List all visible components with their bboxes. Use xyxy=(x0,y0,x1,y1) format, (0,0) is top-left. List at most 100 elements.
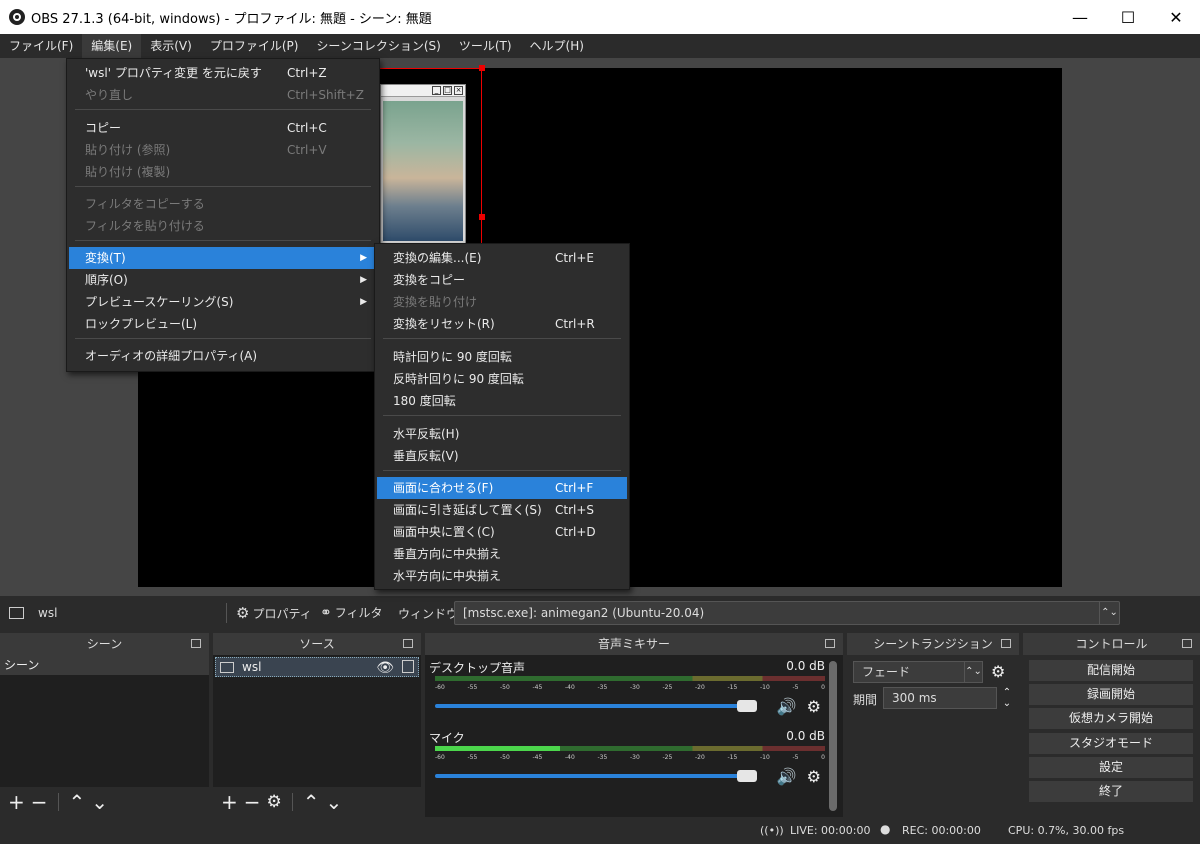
filter-icon: ⚭ xyxy=(320,604,332,621)
menu-item-undo[interactable]: 'wsl' プロパティ変更 を元に戻す Ctrl+Z xyxy=(69,62,377,84)
source-item[interactable]: wsl 👁 xyxy=(215,657,419,677)
menu-item-copy-filters[interactable]: フィルタをコピーする xyxy=(69,193,377,215)
float-icon[interactable] xyxy=(1001,639,1011,648)
window-capture-icon xyxy=(220,661,234,673)
menu-bar: ファイル(F) 編集(E) 表示(V) プロファイル(P) シーンコレクション(… xyxy=(0,34,1200,58)
menu-item-copy[interactable]: コピー Ctrl+C xyxy=(69,117,377,139)
add-icon[interactable]: + xyxy=(221,790,238,814)
volume-meter xyxy=(435,746,825,751)
window-capture-icon xyxy=(9,607,24,619)
obs-logo-icon xyxy=(9,9,25,25)
menu-view[interactable]: 表示(V) xyxy=(141,34,201,58)
resize-handle[interactable] xyxy=(479,214,485,220)
maximize-button[interactable]: ☐ xyxy=(1104,0,1152,34)
gear-icon[interactable]: ⚙ xyxy=(807,697,821,716)
menu-item-edit-transform[interactable]: 変換の編集...(E) Ctrl+E xyxy=(377,247,627,269)
menu-item-paste-transform[interactable]: 変換を貼り付け xyxy=(377,291,627,313)
move-up-icon[interactable]: ⌃ xyxy=(69,790,86,814)
speaker-icon[interactable]: 🔊 xyxy=(777,767,797,786)
menu-edit[interactable]: 編集(E) xyxy=(82,34,142,58)
float-icon[interactable] xyxy=(403,639,413,648)
menu-item-redo[interactable]: やり直し Ctrl+Shift+Z xyxy=(69,84,377,106)
sources-dock: ソース wsl 👁 + − ⚙ ⌃ ⌄ xyxy=(213,633,421,817)
transform-submenu: 変換の編集...(E) Ctrl+E 変換をコピー 変換を貼り付け 変換をリセット… xyxy=(374,243,630,590)
menu-item-center-horizontal[interactable]: 水平方向に中央揃え xyxy=(377,565,627,587)
properties-button[interactable]: ⚙ プロパティ xyxy=(236,604,312,622)
menu-item-paste-dup[interactable]: 貼り付け (複製) xyxy=(69,161,377,183)
duration-input[interactable]: 300 ms xyxy=(883,687,997,709)
move-down-icon[interactable]: ⌄ xyxy=(91,790,108,814)
start-recording-button[interactable]: 録画開始 xyxy=(1029,684,1193,705)
transition-select[interactable]: フェード ⌃⌄ xyxy=(853,661,983,683)
mixer-channel-mic: マイク 0.0 dB -60 -55 -50 -45 -40 -35 -30 -25 -20 -1… xyxy=(429,729,825,786)
volume-slider[interactable] xyxy=(435,700,757,712)
menu-tools[interactable]: ツール(T) xyxy=(450,34,521,58)
start-streaming-button[interactable]: 配信開始 xyxy=(1029,660,1193,681)
eye-icon[interactable]: 👁 xyxy=(376,660,394,676)
remove-icon[interactable]: − xyxy=(31,790,48,814)
move-down-icon[interactable]: ⌄ xyxy=(326,790,343,814)
menu-item-rotate-cw[interactable]: 時計回りに 90 度回転 xyxy=(377,346,627,368)
gear-icon[interactable]: ⚙ xyxy=(991,662,1005,681)
menu-item-center-to-screen[interactable]: 画面中央に置く(C) Ctrl+D xyxy=(377,521,627,543)
scene-transitions-dock: シーントランジション フェード ⌃⌄ ⚙ 期間 300 ms ⌃ ⌄ xyxy=(847,633,1019,817)
chevron-down-icon[interactable]: ⌄ xyxy=(1003,698,1011,709)
add-icon[interactable]: + xyxy=(8,790,25,814)
settings-button[interactable]: 設定 xyxy=(1029,757,1193,778)
menu-item-reset-transform[interactable]: 変換をリセット(R) Ctrl+R xyxy=(377,313,627,335)
float-icon[interactable] xyxy=(1182,639,1192,648)
resize-handle[interactable] xyxy=(479,65,485,71)
scene-item[interactable]: シーン xyxy=(0,655,209,675)
filters-button[interactable]: ⚭ フィルタ xyxy=(320,604,383,621)
float-icon[interactable] xyxy=(825,639,835,648)
move-up-icon[interactable]: ⌃ xyxy=(303,790,320,814)
rec-timer: REC: 00:00:00 xyxy=(902,824,981,837)
menu-item-rotate-180[interactable]: 180 度回転 xyxy=(377,390,627,412)
float-icon[interactable] xyxy=(191,639,201,648)
minimize-button[interactable]: — xyxy=(1056,0,1104,34)
menu-item-transform[interactable]: 変換(T) ▶ xyxy=(69,247,377,269)
live-timer: LIVE: 00:00:00 xyxy=(790,824,871,837)
menu-item-paste-ref[interactable]: 貼り付け (参照) Ctrl+V xyxy=(69,139,377,161)
slider-handle[interactable] xyxy=(737,700,757,712)
scrollbar[interactable] xyxy=(829,661,837,811)
gear-icon[interactable]: ⚙ xyxy=(807,767,821,786)
volume-slider[interactable] xyxy=(435,770,757,782)
chevron-up-icon[interactable]: ⌃ xyxy=(1003,687,1011,698)
menu-item-rotate-ccw[interactable]: 反時計回りに 90 度回転 xyxy=(377,368,627,390)
menu-item-order[interactable]: 順序(O) ▶ xyxy=(69,269,377,291)
lock-icon[interactable] xyxy=(402,660,414,673)
studio-mode-button[interactable]: スタジオモード xyxy=(1029,733,1193,754)
menu-item-copy-transform[interactable]: 変換をコピー xyxy=(377,269,627,291)
window-select[interactable]: [mstsc.exe]: animegan2 (Ubuntu-20.04) ⌃⌄ xyxy=(454,601,1120,625)
slider-handle[interactable] xyxy=(737,770,757,782)
menu-item-center-vertical[interactable]: 垂直方向に中央揃え xyxy=(377,543,627,565)
menu-item-advanced-audio[interactable]: オーディオの詳細プロパティ(A) xyxy=(69,345,377,367)
close-button[interactable]: ✕ xyxy=(1152,0,1200,34)
menu-item-preview-scaling[interactable]: プレビュースケーリング(S) ▶ xyxy=(69,291,377,313)
title-bar: OBS 27.1.3 (64-bit, windows) - プロファイル: 無… xyxy=(0,0,1200,34)
menu-item-fit-to-screen[interactable]: 画面に合わせる(F) Ctrl+F xyxy=(377,477,627,499)
menu-item-paste-filters[interactable]: フィルタを貼り付ける xyxy=(69,215,377,237)
remove-icon[interactable]: − xyxy=(244,790,261,814)
duration-spinner[interactable]: ⌃ ⌄ xyxy=(999,687,1015,709)
speaker-icon[interactable]: 🔊 xyxy=(777,697,797,716)
meter-ticks: -60 -55 -50 -45 -40 -35 -30 -25 -20 -15 -10 -5 0 xyxy=(435,754,825,761)
start-virtual-camera-button[interactable]: 仮想カメラ開始 xyxy=(1029,708,1193,729)
gear-icon[interactable]: ⚙ xyxy=(267,792,282,812)
exit-button[interactable]: 終了 xyxy=(1029,781,1193,802)
mixer-channel-desktop: デスクトップ音声 0.0 dB -60 -55 -50 -45 -40 -35 -30 -25… xyxy=(429,659,825,716)
volume-meter xyxy=(435,676,825,681)
menu-file[interactable]: ファイル(F) xyxy=(0,34,82,58)
scenes-dock: シーン シーン + − ⌃ ⌄ xyxy=(0,633,209,817)
menu-help[interactable]: ヘルプ(H) xyxy=(521,34,593,58)
source-toolbar: wsl ⚙ プロパティ ⚭ フィルタ ウィンドウ [mstsc.exe]: an… xyxy=(0,596,1200,630)
menu-item-flip-horizontal[interactable]: 水平反転(H) xyxy=(377,423,627,445)
window-title: OBS 27.1.3 (64-bit, windows) - プロファイル: 無… xyxy=(31,11,432,27)
menu-item-flip-vertical[interactable]: 垂直反転(V) xyxy=(377,445,627,467)
cpu-status: CPU: 0.7%, 30.00 fps xyxy=(1008,824,1125,837)
menu-item-lock-preview[interactable]: ロックプレビュー(L) xyxy=(69,313,377,335)
menu-profile[interactable]: プロファイル(P) xyxy=(201,34,308,58)
menu-scene-collection[interactable]: シーンコレクション(S) xyxy=(307,34,449,58)
menu-item-stretch-to-screen[interactable]: 画面に引き延ばして置く(S) Ctrl+S xyxy=(377,499,627,521)
